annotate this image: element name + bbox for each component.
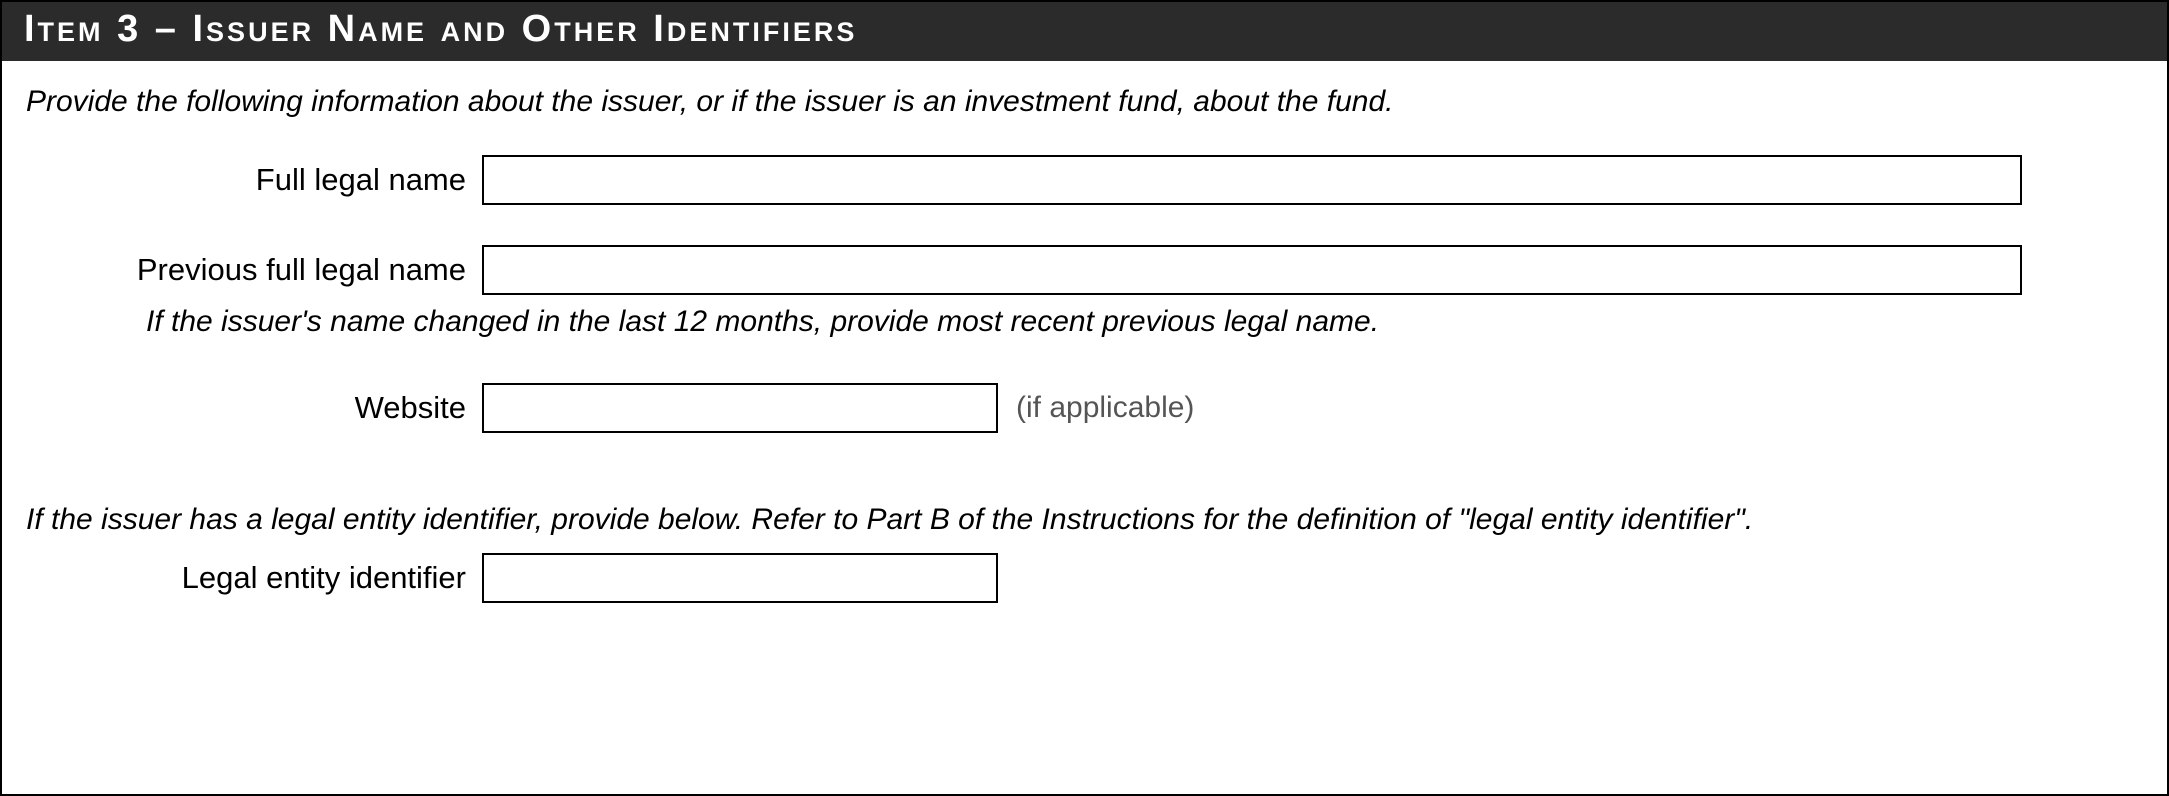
input-full-legal-name[interactable] [482,155,2022,205]
row-full-legal-name: Full legal name [26,155,2143,205]
section-title: Item 3 – Issuer Name and Other Identifie… [24,8,857,50]
section-body: Provide the following information about … [2,61,2167,637]
row-legal-entity-identifier: Legal entity identifier [26,553,2143,603]
input-website[interactable] [482,383,998,433]
form-section-container: Item 3 – Issuer Name and Other Identifie… [0,0,2169,796]
helper-row-previous-name: If the issuer's name changed in the last… [26,305,2143,339]
helper-text-previous-name: If the issuer's name changed in the last… [146,305,1379,339]
note-website: (if applicable) [1016,391,1194,425]
input-legal-entity-identifier[interactable] [482,553,998,603]
label-website: Website [26,390,482,426]
input-previous-full-legal-name[interactable] [482,245,2022,295]
section-header: Item 3 – Issuer Name and Other Identifie… [2,2,2167,61]
label-full-legal-name: Full legal name [26,162,482,198]
row-previous-full-legal-name: Previous full legal name [26,245,2143,295]
row-website: Website (if applicable) [26,383,2143,433]
label-legal-entity-identifier: Legal entity identifier [26,560,482,596]
label-previous-full-legal-name: Previous full legal name [26,252,482,288]
lei-intro-text: If the issuer has a legal entity identif… [26,503,2143,537]
section-intro-text: Provide the following information about … [26,85,2143,119]
